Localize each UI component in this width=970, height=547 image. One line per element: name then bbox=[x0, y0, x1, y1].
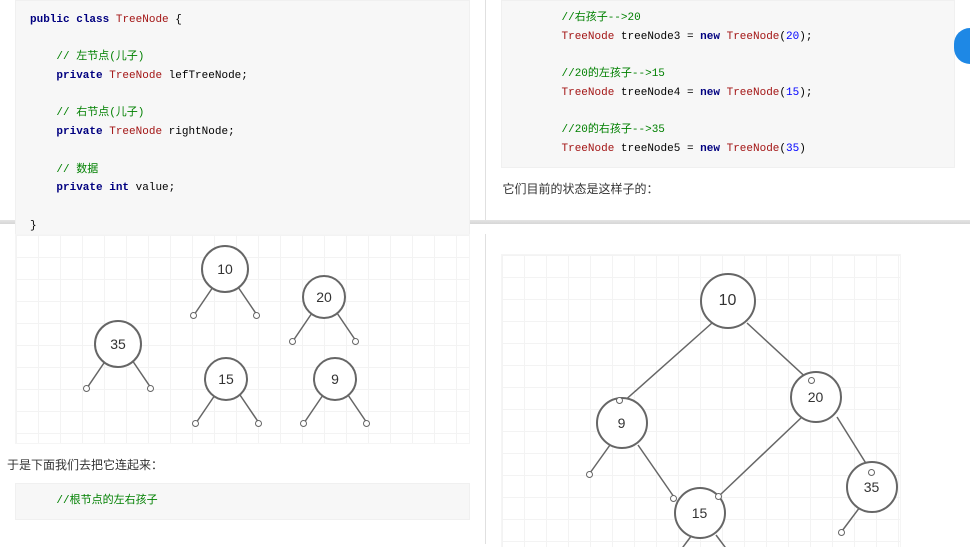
tree-node: 15 bbox=[204, 357, 248, 401]
code-comment: //右孩子-->20 bbox=[562, 12, 641, 24]
code-comment: // 左节点(儿子) bbox=[56, 51, 144, 63]
tree-node-root: 10 bbox=[700, 273, 756, 329]
code-block-node-instantiation: //右孩子-->20 TreeNode treeNode3 = new Tree… bbox=[501, 0, 956, 168]
code-comment: //20的右孩子-->35 bbox=[562, 124, 665, 136]
floating-action-button[interactable] bbox=[954, 28, 970, 64]
code-comment: // 右节点(儿子) bbox=[56, 107, 144, 119]
paragraph-state-description: 它们目前的状态是这样子的： bbox=[501, 180, 956, 197]
diagram-disconnected-nodes: 10 20 35 15 9 bbox=[15, 234, 470, 444]
tree-node: 9 bbox=[313, 357, 357, 401]
code-comment: // 数据 bbox=[56, 164, 98, 176]
code-block-treenode-class: public class TreeNode { // 左节点(儿子) priva… bbox=[15, 0, 470, 246]
paragraph-connect-nodes: 于是下面我们去把它连起来： bbox=[5, 456, 470, 473]
tree-node: 9 bbox=[596, 397, 648, 449]
tree-node: 20 bbox=[302, 275, 346, 319]
code-comment: //根节点的左右孩子 bbox=[56, 495, 157, 507]
tree-node: 35 bbox=[94, 320, 142, 368]
code-comment: //20的左孩子-->15 bbox=[562, 68, 665, 80]
tree-node: 20 bbox=[790, 371, 842, 423]
diagram-connected-tree: 10 9 20 15 35 bbox=[501, 254, 901, 547]
code-block-connect: //根节点的左右孩子 bbox=[15, 483, 470, 520]
tree-node: 10 bbox=[201, 245, 249, 293]
